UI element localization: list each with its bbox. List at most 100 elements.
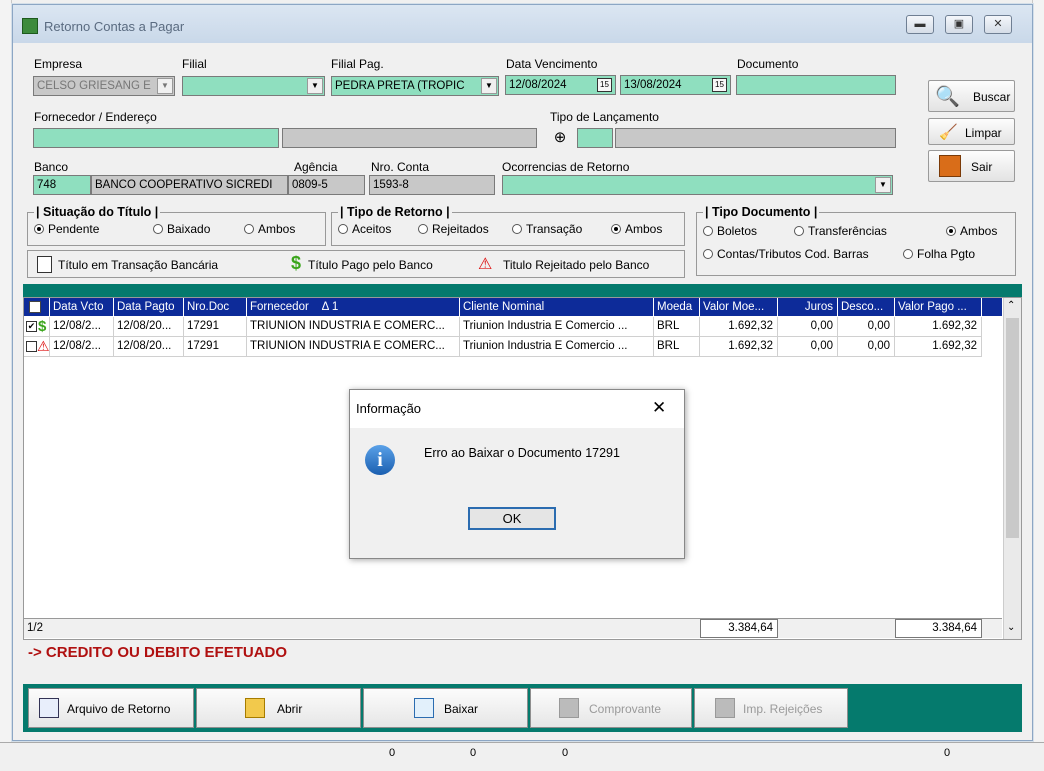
header-nro-doc[interactable]: Nro.Doc <box>184 298 247 316</box>
radio-rejeitados[interactable]: Rejeitados <box>418 222 489 236</box>
tipo-lancamento-code[interactable] <box>577 128 613 148</box>
arquivo-retorno-button[interactable]: Arquivo de Retorno <box>28 688 194 728</box>
sair-button[interactable]: Sair <box>928 150 1015 182</box>
radio-contas-tributos[interactable]: Contas/Tributos Cod. Barras <box>703 247 869 261</box>
abrir-button[interactable]: Abrir <box>196 688 361 728</box>
header-cliente[interactable]: Cliente Nominal <box>460 298 654 316</box>
cell-valor-pago: 1.692,32 <box>895 317 982 337</box>
radio-transacao[interactable]: Transação <box>512 222 582 236</box>
chevron-down-icon: ▼ <box>875 177 891 193</box>
tipo-retorno-title-text: Tipo de Retorno <box>346 205 443 219</box>
radio-aceitos[interactable]: Aceitos <box>338 222 391 236</box>
comprovante-button[interactable]: Comprovante <box>530 688 692 728</box>
bg-zero-4: 0 <box>944 747 951 759</box>
filial-select[interactable]: ▼ <box>182 76 325 96</box>
legend-pago: Título Pago pelo Banco <box>308 258 433 272</box>
checkbox-icon[interactable] <box>26 341 37 352</box>
filial-pag-select[interactable]: PEDRA PRETA (TROPIC ▼ <box>331 76 499 96</box>
dialog-title-bar: Informação ✕ <box>350 390 684 428</box>
ok-label: OK <box>502 511 522 526</box>
header-valor-pago[interactable]: Valor Pago ... <box>895 298 982 316</box>
banco-name-value: BANCO COOPERATIVO SICREDI <box>95 179 273 191</box>
dialog-body: i Erro ao Baixar o Documento 17291 OK <box>350 428 684 558</box>
search-plus-icon[interactable]: ⊕ <box>550 128 570 148</box>
cell-juros: 0,00 <box>778 337 838 357</box>
data-venc-from-field[interactable]: 12/08/2024 15 <box>505 75 616 95</box>
dollar-icon: $ <box>291 253 302 273</box>
documento-field[interactable] <box>736 75 896 95</box>
folha-label: Folha Pgto <box>917 247 976 261</box>
scroll-down-icon[interactable]: ⌄ <box>1007 622 1015 633</box>
magnifier-icon: 🔍 <box>935 86 960 108</box>
radio-ambos-documento[interactable]: Ambos <box>946 224 997 238</box>
header-select-all[interactable] <box>24 298 50 316</box>
checkbox-icon[interactable] <box>29 301 41 313</box>
minimize-button[interactable]: ▬ <box>906 15 934 34</box>
chevron-down-icon: ▼ <box>157 78 173 94</box>
ocorrencias-select[interactable]: ▼ <box>502 175 893 195</box>
radio-pendente[interactable]: Pendente <box>34 222 99 236</box>
radio-ambos-retorno[interactable]: Ambos <box>611 222 662 236</box>
data-venc-to-field[interactable]: 13/08/2024 15 <box>620 75 731 95</box>
dialog-close-icon[interactable]: ✕ <box>652 398 666 418</box>
bottom-toolbar: Arquivo de Retorno Abrir Baixar Comprova… <box>23 684 1022 732</box>
radio-folha-pgto[interactable]: Folha Pgto <box>903 247 975 261</box>
ok-button[interactable]: OK <box>468 507 556 530</box>
filial-pag-value: PEDRA PRETA (TROPIC <box>335 80 465 92</box>
calendar-icon[interactable]: 15 <box>597 78 612 92</box>
agencia-value: 0809-5 <box>292 179 328 191</box>
header-desconto[interactable]: Desco... <box>838 298 895 316</box>
cell-data-vcto: 12/08/2... <box>50 337 114 357</box>
header-data-pagto[interactable]: Data Pagto <box>114 298 184 316</box>
cell-valor-moeda: 1.692,32 <box>700 317 778 337</box>
limpar-button[interactable]: 🧹 Limpar <box>928 118 1015 145</box>
header-juros[interactable]: Juros <box>778 298 838 316</box>
cell-desconto: 0,00 <box>838 337 895 357</box>
file-list-icon <box>39 698 59 718</box>
scroll-thumb[interactable] <box>1006 318 1019 538</box>
info-icon: i <box>365 445 395 475</box>
radio-baixado[interactable]: Baixado <box>153 222 210 236</box>
cell-valor-moeda: 1.692,32 <box>700 337 778 357</box>
printer-icon <box>715 698 735 718</box>
cell-data-pagto: 12/08/20... <box>114 317 184 337</box>
chevron-down-icon: ▼ <box>481 78 497 94</box>
grid-top-bar <box>23 284 1022 297</box>
warning-icon: ⚠ <box>478 256 493 273</box>
conta-value: 1593-8 <box>373 179 409 191</box>
radio-ambos-situacao[interactable]: Ambos <box>244 222 295 236</box>
fornecedor-field[interactable] <box>33 128 279 148</box>
calendar-icon[interactable]: 15 <box>712 78 727 92</box>
buscar-button[interactable]: 🔍 Buscar <box>928 80 1015 112</box>
legend-bar: Título em Transação Bancária $ Título Pa… <box>27 250 685 278</box>
broom-icon: 🧹 <box>939 124 958 141</box>
agencia-field: 0809-5 <box>288 175 365 195</box>
radio-boletos[interactable]: Boletos <box>703 224 757 238</box>
tipo-retorno-group: | Tipo de Retorno | Aceitos Rejeitados T… <box>331 205 685 246</box>
checkbox-checked-icon[interactable]: ✔ <box>26 321 37 332</box>
chevron-down-icon: ▼ <box>307 78 323 94</box>
grid-scrollbar[interactable]: ⌃ ⌄ <box>1003 298 1021 639</box>
info-dialog: Informação ✕ i Erro ao Baixar o Document… <box>349 389 685 559</box>
bg-zero-3: 0 <box>562 747 569 759</box>
scroll-up-icon[interactable]: ⌃ <box>1007 300 1015 311</box>
radio-transferencias[interactable]: Transferências <box>794 224 887 238</box>
imp-rejeicoes-button[interactable]: Imp. Rejeições <box>694 688 848 728</box>
header-moeda[interactable]: Moeda <box>654 298 700 316</box>
header-data-vcto[interactable]: Data Vcto <box>50 298 114 316</box>
cell-fornecedor: TRIUNION INDUSTRIA E COMERC... <box>247 317 460 337</box>
header-valor-moeda[interactable]: Valor Moe... <box>700 298 778 316</box>
bg-zero-1: 0 <box>389 747 396 759</box>
row-select-cell[interactable]: ⚠ <box>24 337 50 357</box>
data-venc-to-value: 13/08/2024 <box>624 79 682 91</box>
status-message: -> CREDITO OU DEBITO EFETUADO <box>28 644 288 661</box>
baixar-button[interactable]: Baixar <box>363 688 528 728</box>
footer-count: 1/2 <box>27 622 43 634</box>
close-button[interactable]: ✕ <box>984 15 1012 34</box>
row-select-cell[interactable]: ✔ $ <box>24 317 50 337</box>
banco-code-field[interactable]: 748 <box>33 175 91 195</box>
grid-footer: 1/2 3.384,64 3.384,64 <box>24 618 1002 638</box>
header-fornecedor[interactable]: Fornecedor Δ 1 <box>247 298 460 316</box>
empresa-select[interactable]: CELSO GRIESANG E ▼ <box>33 76 175 96</box>
maximize-button[interactable]: ▣ <box>945 15 973 34</box>
